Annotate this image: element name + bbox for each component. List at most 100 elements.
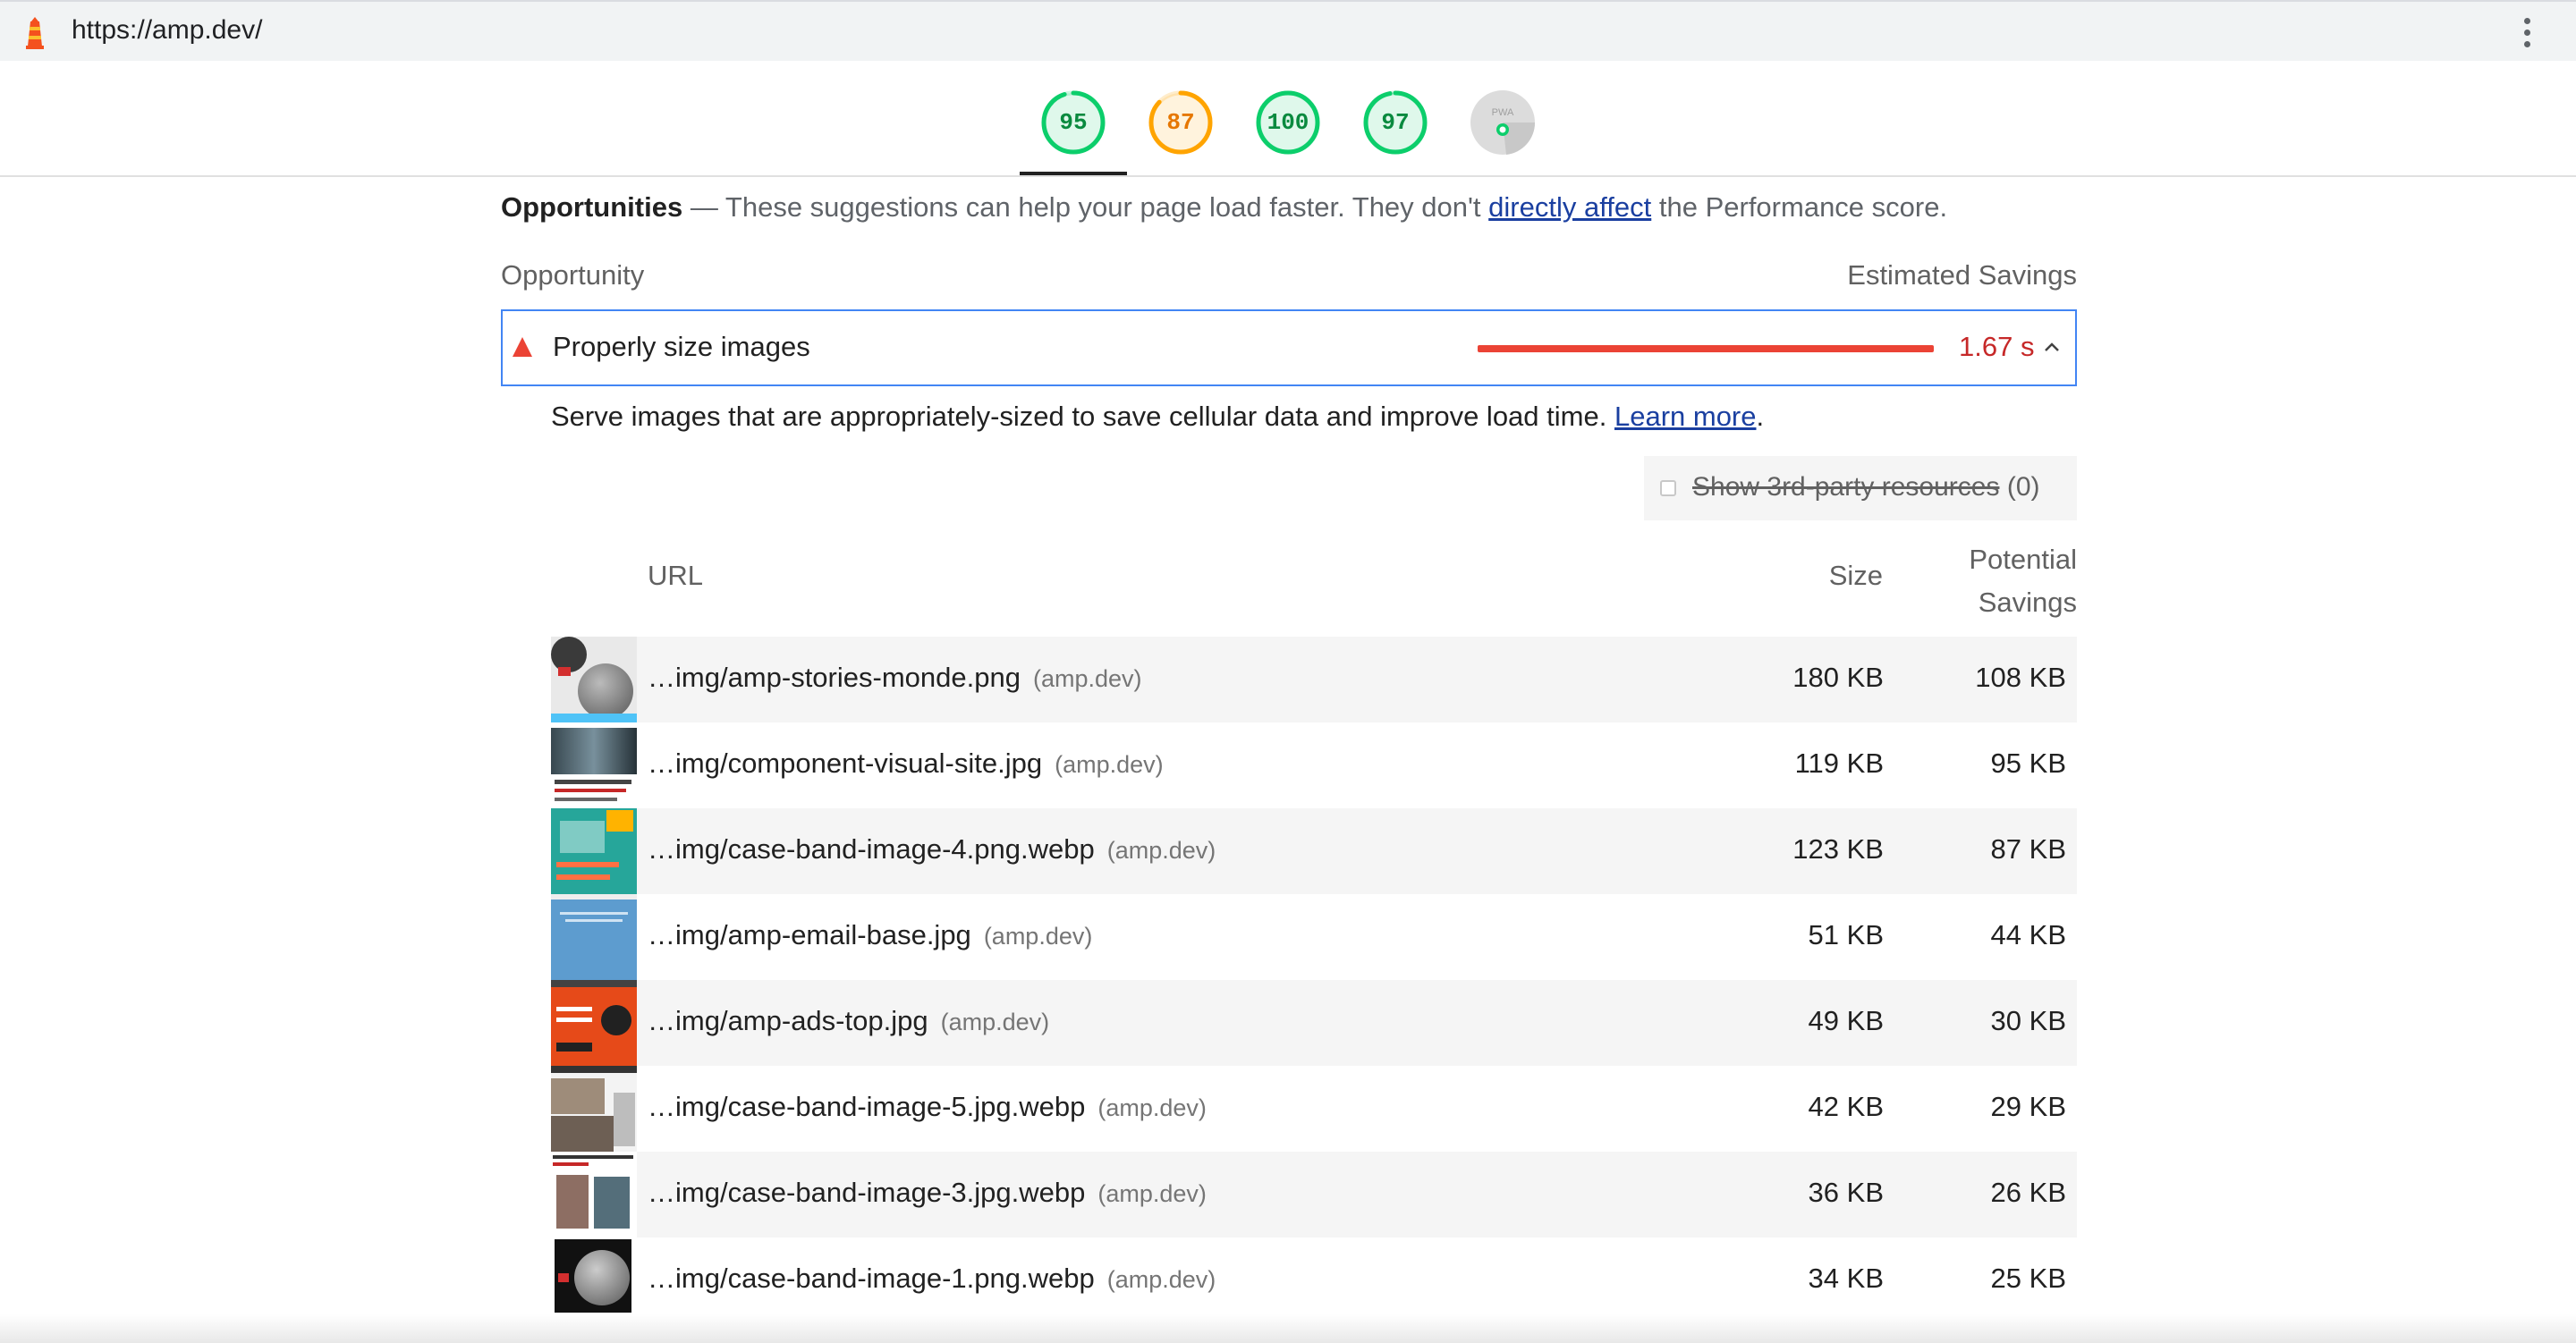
url-field[interactable]: https://amp.dev/	[72, 15, 262, 46]
resource-path: …img/case-band-image-4.png.webp	[648, 833, 1095, 865]
category-score-bar: 95 87 100 97 PWA	[0, 61, 2576, 177]
pwa-badge-icon[interactable]: PWA	[1469, 89, 1537, 156]
image-thumbnail	[551, 1066, 637, 1152]
resource-size: 51 KB	[1808, 919, 1884, 950]
resource-savings: 30 KB	[1990, 1005, 2066, 1036]
performance-gauge[interactable]: 95	[1039, 89, 1107, 156]
resource-url[interactable]: …img/amp-ads-top.jpg (amp.dev)	[648, 1005, 1049, 1037]
score-value: 95	[1059, 109, 1088, 136]
resource-host: (amp.dev)	[983, 923, 1093, 950]
resource-size: 36 KB	[1808, 1177, 1884, 1208]
resource-host: (amp.dev)	[1106, 1266, 1216, 1293]
resource-savings: 87 KB	[1990, 833, 2066, 865]
third-party-checkbox[interactable]	[1660, 480, 1676, 496]
image-thumbnail	[551, 980, 637, 1066]
image-thumbnail	[551, 808, 637, 894]
resources-table: …img/amp-stories-monde.png (amp.dev) 180 K…	[551, 637, 2077, 1323]
size-column-header: Size	[1828, 560, 1883, 591]
resource-size: 42 KB	[1808, 1091, 1884, 1122]
image-thumbnail	[551, 722, 637, 808]
image-thumbnail	[551, 1152, 637, 1237]
resource-url[interactable]: …img/amp-stories-monde.png (amp.dev)	[648, 662, 1142, 694]
resource-path: …img/amp-stories-monde.png	[648, 662, 1021, 693]
resource-size: 34 KB	[1808, 1263, 1884, 1294]
potential-savings-column-header: Potential Savings	[1969, 538, 2077, 624]
best-practices-gauge[interactable]: 100	[1254, 89, 1322, 156]
image-thumbnail	[551, 1237, 637, 1323]
description-period: .	[1756, 401, 1765, 432]
resource-savings: 26 KB	[1990, 1177, 2066, 1208]
section-intro: Opportunities — These suggestions can he…	[501, 191, 1947, 224]
resource-url[interactable]: …img/case-band-image-5.jpg.webp (amp.dev)	[648, 1091, 1207, 1123]
audit-properly-size-images[interactable]: Properly size images 1.67 s	[501, 309, 2077, 386]
section-description: These suggestions can help your page loa…	[724, 191, 1481, 223]
resource-path: …img/case-band-image-3.jpg.webp	[648, 1177, 1086, 1208]
resource-path: …img/case-band-image-5.jpg.webp	[648, 1091, 1086, 1122]
resource-size: 180 KB	[1792, 662, 1884, 693]
third-party-label-text: Show 3rd-party resources	[1692, 472, 2000, 502]
audit-description: Serve images that are appropriately-size…	[551, 401, 1764, 433]
lighthouse-icon	[26, 17, 44, 49]
active-tab-indicator	[1020, 172, 1127, 175]
section-dash: —	[690, 191, 718, 223]
chevron-up-icon[interactable]	[2043, 338, 2061, 356]
table-row[interactable]: …img/case-band-image-5.jpg.webp (amp.dev)…	[551, 1066, 2077, 1152]
score-value: 87	[1166, 109, 1195, 136]
resource-url[interactable]: …img/amp-email-base.jpg (amp.dev)	[648, 919, 1092, 951]
potential-header-line2: Savings	[1978, 587, 2077, 618]
potential-header-line1: Potential	[1969, 544, 2077, 575]
resource-url[interactable]: …img/case-band-image-4.png.webp (amp.dev)	[648, 833, 1216, 866]
resource-path: …img/amp-email-base.jpg	[648, 919, 971, 950]
seo-gauge[interactable]: 97	[1361, 89, 1429, 156]
audit-title: Properly size images	[553, 331, 810, 362]
section-description-end: the Performance score.	[1658, 191, 1948, 223]
more-menu-icon[interactable]	[2521, 18, 2533, 50]
resource-savings: 29 KB	[1990, 1091, 2066, 1122]
third-party-label: Show 3rd-party resources (0)	[1692, 472, 2040, 503]
score-value: 100	[1267, 109, 1309, 136]
table-row[interactable]: …img/component-visual-site.jpg (amp.dev) 1…	[551, 722, 2077, 808]
resource-savings: 95 KB	[1990, 748, 2066, 779]
third-party-count: (0)	[2006, 472, 2040, 502]
score-value: 97	[1381, 109, 1410, 136]
table-row[interactable]: …img/case-band-image-3.jpg.webp (amp.dev)…	[551, 1152, 2077, 1237]
directly-affect-link[interactable]: directly affect	[1488, 191, 1651, 223]
resource-url[interactable]: …img/case-band-image-1.png.webp (amp.dev)	[648, 1263, 1216, 1295]
resource-path: …img/amp-ads-top.jpg	[648, 1005, 928, 1036]
table-row[interactable]: …img/amp-ads-top.jpg (amp.dev) 49 KB 30 KB	[551, 980, 2077, 1066]
table-row[interactable]: …img/amp-stories-monde.png (amp.dev) 180 K…	[551, 637, 2077, 722]
image-thumbnail	[551, 894, 637, 980]
bottom-fade	[0, 1314, 2576, 1343]
image-thumbnail	[551, 637, 637, 722]
resource-size: 49 KB	[1808, 1005, 1884, 1036]
resource-path: …img/component-visual-site.jpg	[648, 748, 1043, 779]
resource-size: 119 KB	[1794, 748, 1884, 779]
savings-column-header: Estimated Savings	[1847, 259, 2077, 291]
resource-savings: 44 KB	[1990, 919, 2066, 950]
resource-host: (amp.dev)	[1055, 751, 1164, 778]
audit-description-text: Serve images that are appropriately-size…	[551, 401, 1607, 432]
table-row[interactable]: …img/case-band-image-1.png.webp (amp.dev)…	[551, 1237, 2077, 1323]
resource-size: 123 KB	[1792, 833, 1884, 865]
pwa-badge-text: PWA	[1492, 107, 1514, 118]
resource-host: (amp.dev)	[1106, 837, 1216, 864]
fail-triangle-icon	[513, 337, 532, 357]
resource-host: (amp.dev)	[1032, 665, 1142, 692]
savings-bar	[1478, 345, 1934, 352]
opportunity-column-header: Opportunity	[501, 259, 645, 291]
browser-address-bar: https://amp.dev/	[0, 0, 2576, 61]
resource-path: …img/case-band-image-1.png.webp	[648, 1263, 1095, 1294]
learn-more-link[interactable]: Learn more	[1614, 401, 1757, 432]
audit-savings: 1.67 s	[1959, 331, 2035, 362]
resource-url[interactable]: …img/case-band-image-3.jpg.webp (amp.dev)	[648, 1177, 1207, 1209]
table-row[interactable]: …img/amp-email-base.jpg (amp.dev) 51 KB 44 …	[551, 894, 2077, 980]
resource-host: (amp.dev)	[940, 1009, 1050, 1035]
resource-host: (amp.dev)	[1097, 1180, 1207, 1207]
table-row[interactable]: …img/case-band-image-4.png.webp (amp.dev)…	[551, 808, 2077, 894]
resource-savings: 25 KB	[1990, 1263, 2066, 1294]
section-title: Opportunities	[501, 191, 683, 223]
resource-host: (amp.dev)	[1097, 1094, 1207, 1121]
third-party-filter[interactable]: Show 3rd-party resources (0)	[1644, 456, 2077, 520]
resource-url[interactable]: …img/component-visual-site.jpg (amp.dev)	[648, 748, 1164, 780]
accessibility-gauge[interactable]: 87	[1147, 89, 1215, 156]
